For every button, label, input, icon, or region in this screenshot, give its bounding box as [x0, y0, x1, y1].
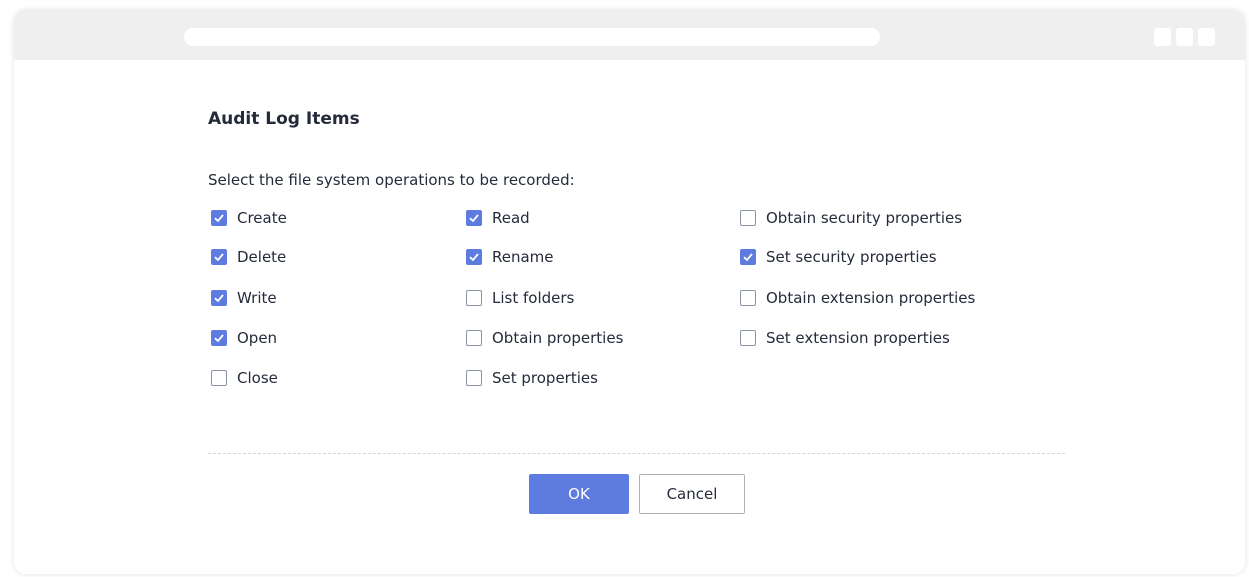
- option-label: Close: [237, 369, 278, 387]
- checkbox[interactable]: [466, 330, 482, 346]
- option-set-properties[interactable]: Set properties: [466, 367, 598, 389]
- option-label: Set properties: [492, 369, 598, 387]
- checkmark-icon: [214, 253, 224, 262]
- option-label: Read: [492, 209, 530, 227]
- option-obtain-extension-properties[interactable]: Obtain extension properties: [740, 287, 975, 309]
- option-delete[interactable]: Delete: [211, 246, 286, 268]
- title-bar: [14, 10, 1245, 60]
- divider: [208, 453, 1065, 454]
- checkbox[interactable]: [211, 210, 227, 226]
- checkbox[interactable]: [211, 290, 227, 306]
- checkmark-icon: [469, 214, 479, 223]
- checkbox[interactable]: [740, 249, 756, 265]
- checkmark-icon: [469, 253, 479, 262]
- checkmark-icon: [214, 214, 224, 223]
- maximize-button[interactable]: [1176, 28, 1193, 46]
- checkmark-icon: [743, 253, 753, 262]
- checkbox[interactable]: [466, 370, 482, 386]
- option-open[interactable]: Open: [211, 327, 277, 349]
- option-label: Obtain security properties: [766, 209, 963, 227]
- checkbox[interactable]: [466, 210, 482, 226]
- dialog-title: Audit Log Items: [208, 109, 360, 129]
- instructions-text: Select the file system operations to be …: [208, 171, 575, 189]
- option-label: Write: [237, 289, 277, 307]
- checkmark-icon: [214, 294, 224, 303]
- checkbox[interactable]: [740, 330, 756, 346]
- checkbox[interactable]: [740, 290, 756, 306]
- option-label: Set extension properties: [766, 329, 950, 347]
- option-label: Rename: [492, 248, 554, 266]
- checkbox[interactable]: [740, 210, 756, 226]
- minimize-button[interactable]: [1154, 28, 1171, 46]
- cancel-button[interactable]: Cancel: [639, 474, 745, 514]
- option-set-extension-properties[interactable]: Set extension properties: [740, 327, 950, 349]
- option-obtain-properties[interactable]: Obtain properties: [466, 327, 623, 349]
- checkbox[interactable]: [466, 290, 482, 306]
- close-window-button[interactable]: [1198, 28, 1215, 46]
- option-label: Obtain properties: [492, 329, 624, 347]
- option-rename[interactable]: Rename: [466, 246, 554, 268]
- checkmark-icon: [214, 334, 224, 343]
- option-write[interactable]: Write: [211, 287, 277, 309]
- option-read[interactable]: Read: [466, 207, 530, 229]
- option-close[interactable]: Close: [211, 367, 278, 389]
- option-set-security-properties[interactable]: Set security properties: [740, 246, 937, 268]
- address-bar[interactable]: [184, 28, 880, 46]
- checkbox[interactable]: [211, 370, 227, 386]
- option-obtain-security-properties[interactable]: Obtain security properties: [740, 207, 962, 229]
- option-label: Open: [237, 329, 278, 347]
- option-label: List folders: [492, 289, 575, 307]
- browser-window: Audit Log Items Select the file system o…: [14, 10, 1245, 574]
- ok-button[interactable]: OK: [529, 474, 629, 514]
- option-label: Obtain extension properties: [766, 289, 976, 307]
- checkbox[interactable]: [211, 330, 227, 346]
- option-list-folders[interactable]: List folders: [466, 287, 574, 309]
- option-create[interactable]: Create: [211, 207, 287, 229]
- option-label: Create: [237, 209, 287, 227]
- checkbox[interactable]: [211, 249, 227, 265]
- option-label: Set security properties: [766, 248, 937, 266]
- checkbox[interactable]: [466, 249, 482, 265]
- option-label: Delete: [237, 248, 287, 266]
